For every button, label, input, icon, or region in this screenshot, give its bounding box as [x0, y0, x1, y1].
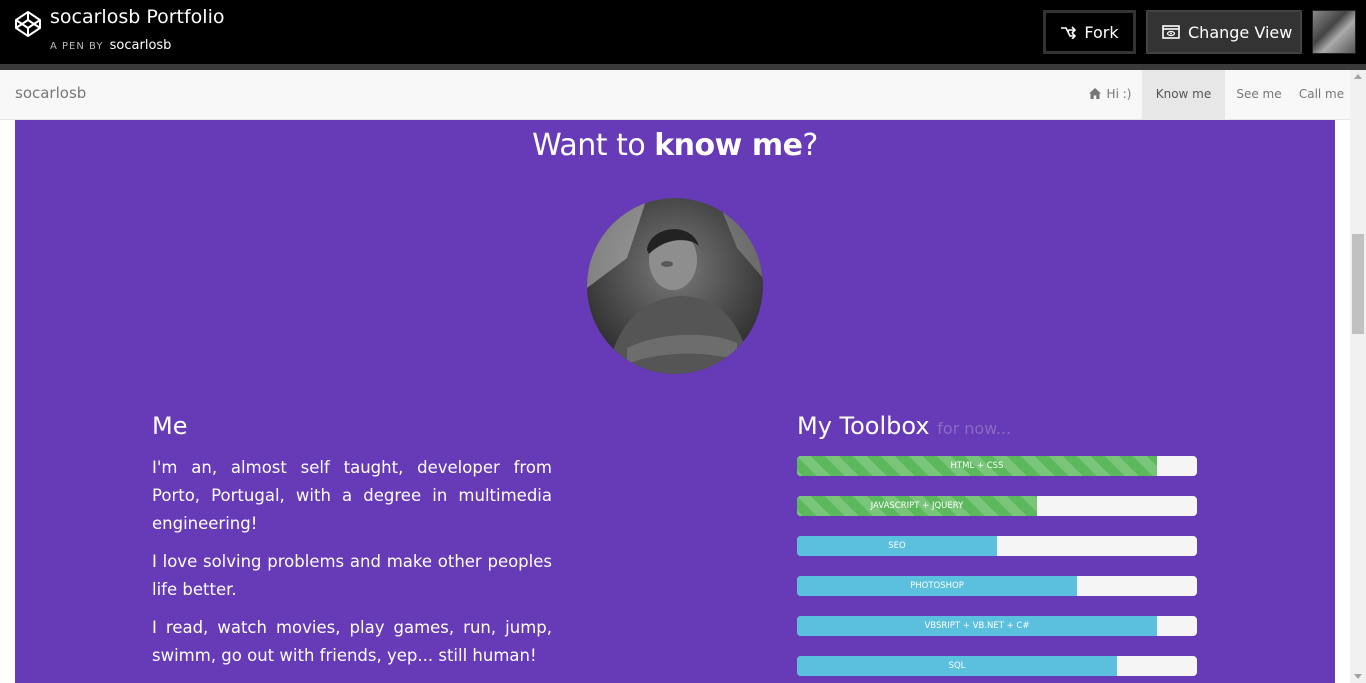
page-scrollbar[interactable] — [1350, 70, 1366, 683]
codepen-header: socarlosb Portfolio A PEN BY socarlosb F… — [0, 0, 1366, 64]
change-view-button[interactable]: Change View — [1146, 10, 1302, 54]
nav-item-know-me[interactable]: Know me — [1142, 70, 1225, 119]
skill-fill: HTML + CSS — [797, 456, 1157, 476]
toolbox-title-text: My Toolbox — [797, 412, 930, 440]
change-view-icon — [1162, 25, 1180, 39]
skill-bar-photoshop: PHOTOSHOP — [797, 576, 1197, 596]
scroll-thumb[interactable] — [1352, 234, 1364, 334]
home-icon — [1088, 88, 1101, 99]
author-link[interactable]: socarlosb — [110, 38, 172, 53]
section-heading: Want to know me? — [15, 128, 1335, 163]
skill-fill: VBSRIPT + VB.NET + C# — [797, 616, 1157, 636]
change-view-label: Change View — [1188, 22, 1293, 42]
site-navbar: socarlosb Hi :) Know me See me Call me — [0, 70, 1350, 120]
skill-bar-seo: SEO — [797, 536, 1197, 556]
me-paragraph: I love solving problems and make other p… — [152, 552, 552, 599]
pen-title: socarlosb Portfolio — [50, 6, 225, 28]
skill-fill: SEO — [797, 536, 997, 556]
profile-photo — [587, 198, 763, 374]
nav-item-call-me[interactable]: Call me — [1293, 70, 1350, 119]
nav-item-see-me[interactable]: See me — [1225, 70, 1293, 119]
me-paragraph: I read, watch movies, play games, run, j… — [152, 618, 552, 665]
scroll-up-arrow-icon[interactable] — [1354, 74, 1362, 79]
nav-label-hi: Hi :) — [1106, 87, 1132, 101]
skill-bar-javascript: JAVASCRIPT + JQUERY — [797, 496, 1197, 516]
know-me-section: Want to know me? Me I'm an, almost self … — [15, 120, 1335, 683]
toolbox-title: My Toolbox for now... — [797, 412, 1011, 440]
me-text: I'm an, almost self taught, developer fr… — [152, 454, 552, 680]
me-paragraph: I'm an, almost self taught, developer fr… — [152, 458, 552, 533]
fork-icon — [1061, 26, 1077, 39]
skill-bar-vbscript: VBSRIPT + VB.NET + C# — [797, 616, 1197, 636]
pen-byline: A PEN BY socarlosb — [50, 38, 171, 53]
heading-suffix: ? — [802, 128, 818, 163]
fork-button[interactable]: Fork — [1043, 10, 1136, 54]
heading-prefix: Want to — [532, 128, 655, 163]
byline-prefix: A PEN BY — [50, 41, 104, 52]
nav-item-hi[interactable]: Hi :) — [1078, 70, 1142, 119]
skill-bar-html-css: HTML + CSS — [797, 456, 1197, 476]
navbar-brand[interactable]: socarlosb — [15, 84, 86, 102]
user-avatar[interactable] — [1312, 10, 1356, 54]
fork-label: Fork — [1084, 22, 1119, 42]
skill-fill: PHOTOSHOP — [797, 576, 1077, 596]
me-title: Me — [152, 412, 188, 440]
toolbox-subtitle: for now... — [937, 419, 1012, 438]
skill-bar-sql: SQL — [797, 656, 1197, 676]
skill-fill: SQL — [797, 656, 1117, 676]
skill-fill: JAVASCRIPT + JQUERY — [797, 496, 1037, 516]
heading-bold: know me — [654, 128, 803, 163]
scroll-down-arrow-icon[interactable] — [1354, 674, 1362, 679]
codepen-logo-icon[interactable] — [14, 10, 42, 38]
